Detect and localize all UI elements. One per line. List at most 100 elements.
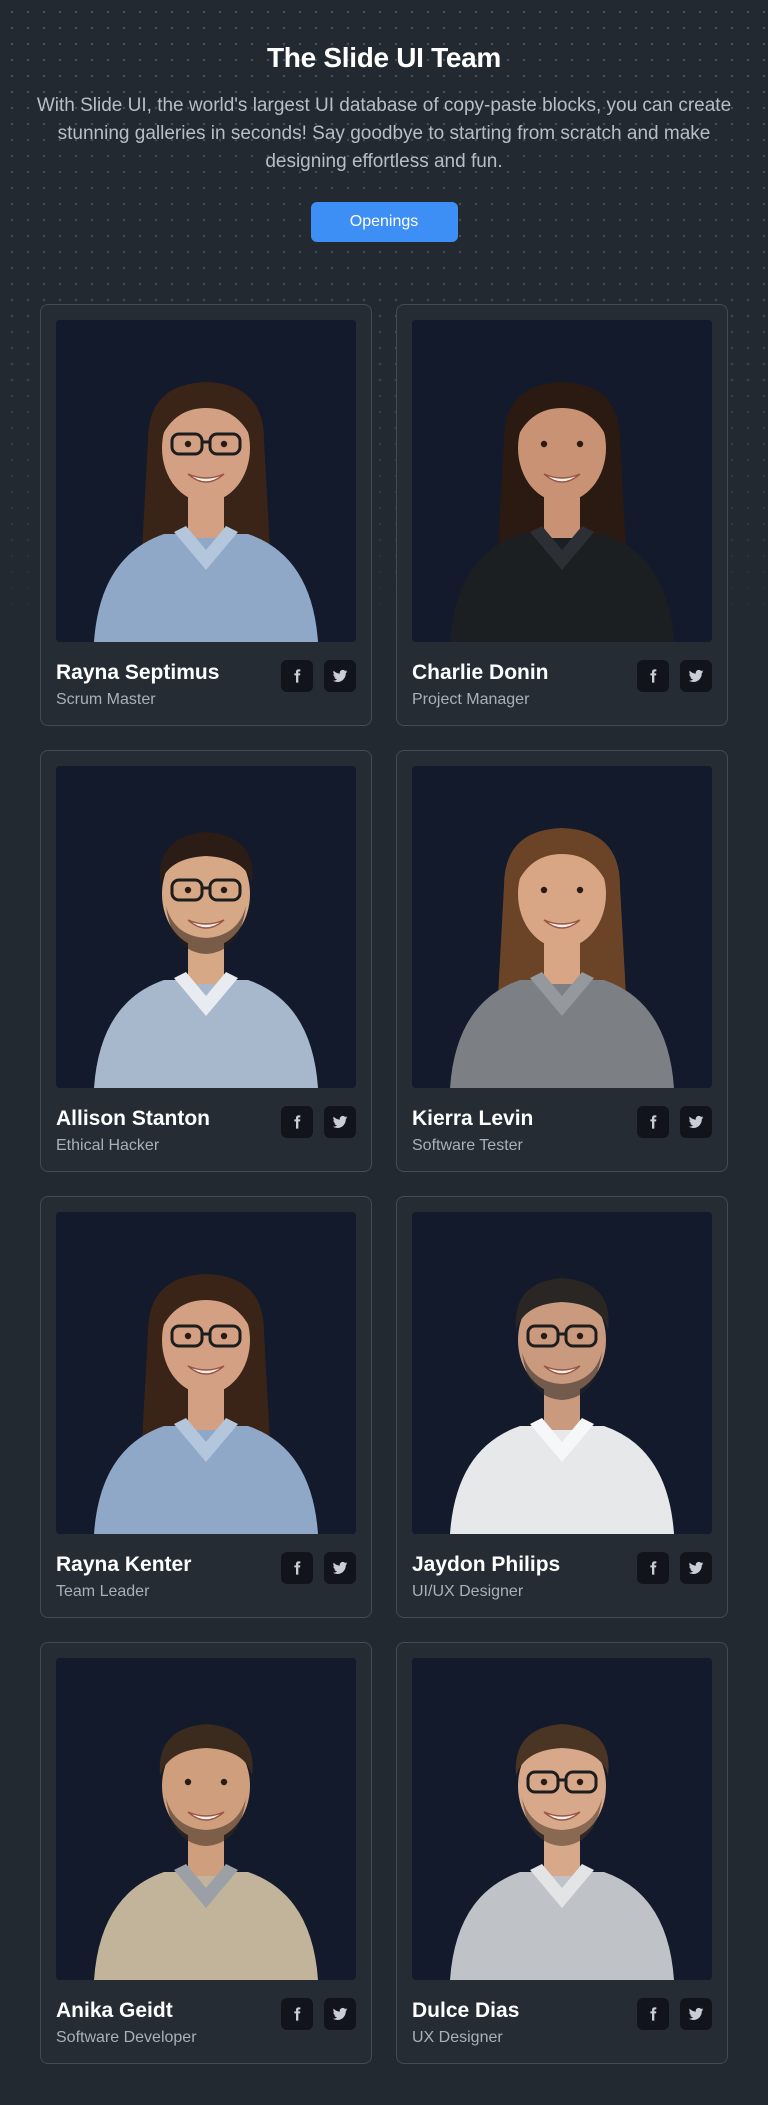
- member-name: Dulce Dias: [412, 1999, 520, 2022]
- member-role: Software Tester: [412, 1137, 523, 1154]
- facebook-icon: [650, 1115, 657, 1129]
- member-photo: [412, 320, 712, 642]
- social-links: [637, 660, 712, 711]
- twitter-button[interactable]: [324, 1552, 356, 1584]
- member-info: Kierra Levin Software Tester: [412, 1106, 712, 1157]
- social-links: [637, 1998, 712, 2049]
- member-name: Anika Geidt: [56, 1999, 173, 2022]
- social-links: [281, 1552, 356, 1603]
- portrait-image: [56, 766, 356, 1088]
- member-info: Rayna Kenter Team Leader: [56, 1552, 356, 1603]
- member-info: Allison Stanton Ethical Hacker: [56, 1106, 356, 1157]
- twitter-button[interactable]: [324, 660, 356, 692]
- member-name: Rayna Septimus: [56, 661, 220, 684]
- twitter-icon: [332, 2007, 348, 2020]
- member-photo: [412, 766, 712, 1088]
- social-links: [637, 1552, 712, 1603]
- member-text: Rayna Septimus Scrum Master: [56, 660, 219, 711]
- member-photo: [56, 766, 356, 1088]
- facebook-icon: [650, 669, 657, 683]
- twitter-icon: [332, 1115, 348, 1128]
- member-info: Charlie Donin Project Manager: [412, 660, 712, 711]
- member-text: Allison Stanton Ethical Hacker: [56, 1106, 210, 1157]
- member-text: Dulce Dias UX Designer: [412, 1998, 519, 2049]
- twitter-button[interactable]: [680, 660, 712, 692]
- twitter-icon: [688, 1115, 704, 1128]
- team-member-card: Charlie Donin Project Manager: [396, 304, 728, 726]
- twitter-icon: [332, 1561, 348, 1574]
- facebook-button[interactable]: [637, 1106, 669, 1138]
- member-text: Anika Geidt Software Developer: [56, 1998, 197, 2049]
- twitter-icon: [332, 669, 348, 682]
- member-role: Scrum Master: [56, 691, 156, 708]
- team-member-card: Anika Geidt Software Developer: [40, 1642, 372, 2064]
- social-links: [637, 1106, 712, 1157]
- member-name: Allison Stanton: [56, 1107, 210, 1130]
- member-role: Software Developer: [56, 2029, 197, 2046]
- facebook-button[interactable]: [281, 1998, 313, 2030]
- team-member-card: Rayna Kenter Team Leader: [40, 1196, 372, 1618]
- social-links: [281, 1998, 356, 2049]
- facebook-icon: [650, 1561, 657, 1575]
- facebook-button[interactable]: [637, 1998, 669, 2030]
- member-photo: [56, 1212, 356, 1534]
- member-photo: [412, 1658, 712, 1980]
- facebook-icon: [294, 1115, 301, 1129]
- facebook-icon: [650, 2007, 657, 2021]
- portrait-image: [56, 1212, 356, 1534]
- page-title: The Slide UI Team: [267, 42, 501, 73]
- member-photo: [56, 320, 356, 642]
- facebook-icon: [294, 2007, 301, 2021]
- team-member-card: Dulce Dias UX Designer: [396, 1642, 728, 2064]
- social-links: [281, 1106, 356, 1157]
- member-photo: [412, 1212, 712, 1534]
- member-info: Dulce Dias UX Designer: [412, 1998, 712, 2049]
- member-role: Team Leader: [56, 1583, 150, 1600]
- facebook-icon: [294, 1561, 301, 1575]
- twitter-button[interactable]: [324, 1998, 356, 2030]
- page-subtitle: With Slide UI, the world's largest UI da…: [36, 95, 732, 172]
- member-photo: [56, 1658, 356, 1980]
- twitter-icon: [688, 669, 704, 682]
- portrait-image: [412, 320, 712, 642]
- member-name: Jaydon Philips: [412, 1553, 561, 1576]
- member-name: Rayna Kenter: [56, 1553, 192, 1576]
- openings-button[interactable]: Openings: [310, 202, 458, 242]
- facebook-button[interactable]: [637, 1552, 669, 1584]
- team-header: The Slide UI Team With Slide UI, the wor…: [0, 0, 768, 242]
- facebook-button[interactable]: [281, 1106, 313, 1138]
- member-name: Charlie Donin: [412, 661, 549, 684]
- member-name: Kierra Levin: [412, 1107, 534, 1130]
- facebook-button[interactable]: [281, 660, 313, 692]
- facebook-button[interactable]: [637, 660, 669, 692]
- team-member-card: Kierra Levin Software Tester: [396, 750, 728, 1172]
- member-info: Jaydon Philips UI/UX Designer: [412, 1552, 712, 1603]
- twitter-button[interactable]: [680, 1106, 712, 1138]
- member-info: Anika Geidt Software Developer: [56, 1998, 356, 2049]
- portrait-image: [412, 1212, 712, 1534]
- portrait-image: [56, 1658, 356, 1980]
- social-links: [281, 660, 356, 711]
- member-role: Ethical Hacker: [56, 1137, 160, 1154]
- team-member-card: Jaydon Philips UI/UX Designer: [396, 1196, 728, 1618]
- member-info: Rayna Septimus Scrum Master: [56, 660, 356, 711]
- member-text: Rayna Kenter Team Leader: [56, 1552, 191, 1603]
- team-member-card: Allison Stanton Ethical Hacker: [40, 750, 372, 1172]
- portrait-image: [412, 1658, 712, 1980]
- twitter-icon: [688, 1561, 704, 1574]
- facebook-icon: [294, 669, 301, 683]
- member-text: Charlie Donin Project Manager: [412, 660, 549, 711]
- facebook-button[interactable]: [281, 1552, 313, 1584]
- member-text: Kierra Levin Software Tester: [412, 1106, 533, 1157]
- team-member-card: Rayna Septimus Scrum Master: [40, 304, 372, 726]
- portrait-image: [56, 320, 356, 642]
- member-role: Project Manager: [412, 691, 530, 708]
- member-text: Jaydon Philips UI/UX Designer: [412, 1552, 560, 1603]
- twitter-button[interactable]: [680, 1998, 712, 2030]
- member-role: UX Designer: [412, 2029, 503, 2046]
- twitter-button[interactable]: [680, 1552, 712, 1584]
- twitter-button[interactable]: [324, 1106, 356, 1138]
- twitter-icon: [688, 2007, 704, 2020]
- team-grid: Rayna Septimus Scrum Master Charlie Doni…: [40, 304, 728, 2064]
- portrait-image: [412, 766, 712, 1088]
